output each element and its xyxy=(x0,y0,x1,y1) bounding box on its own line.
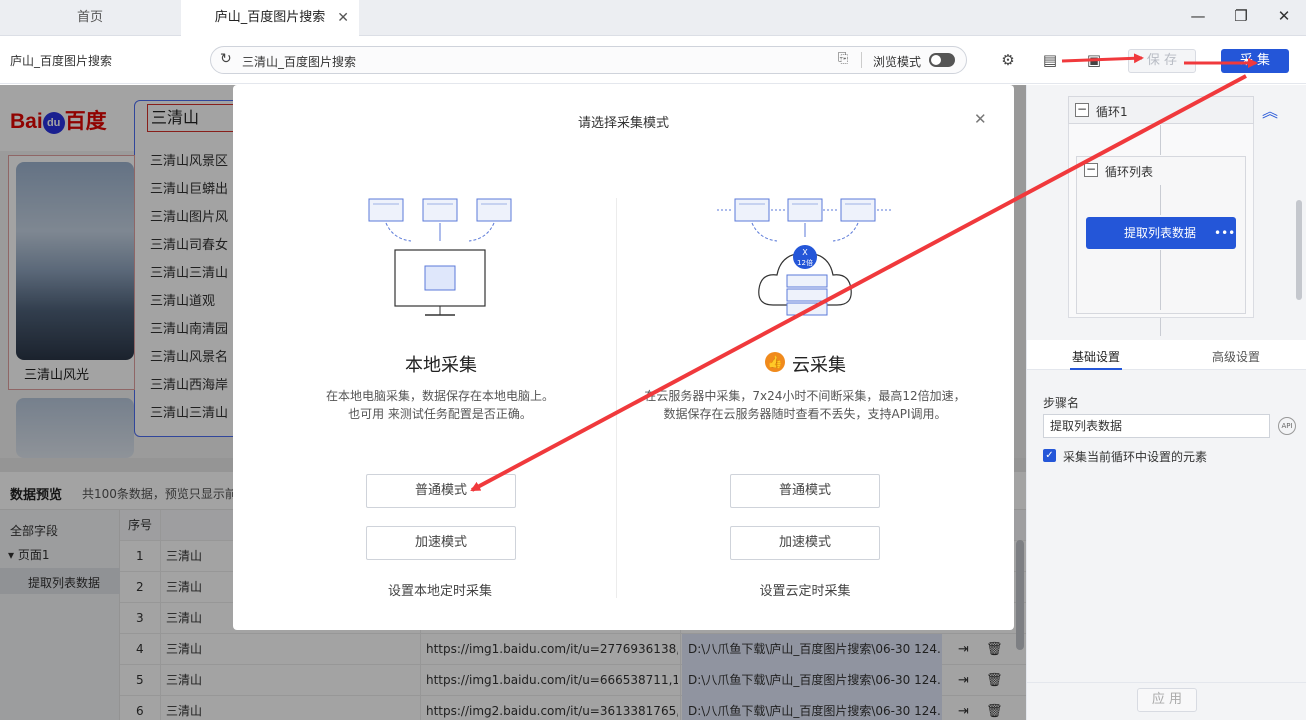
arrow-to-save xyxy=(1061,53,1144,64)
arrow-to-normal-mode xyxy=(470,74,1247,492)
annotation-arrows xyxy=(470,53,1258,492)
